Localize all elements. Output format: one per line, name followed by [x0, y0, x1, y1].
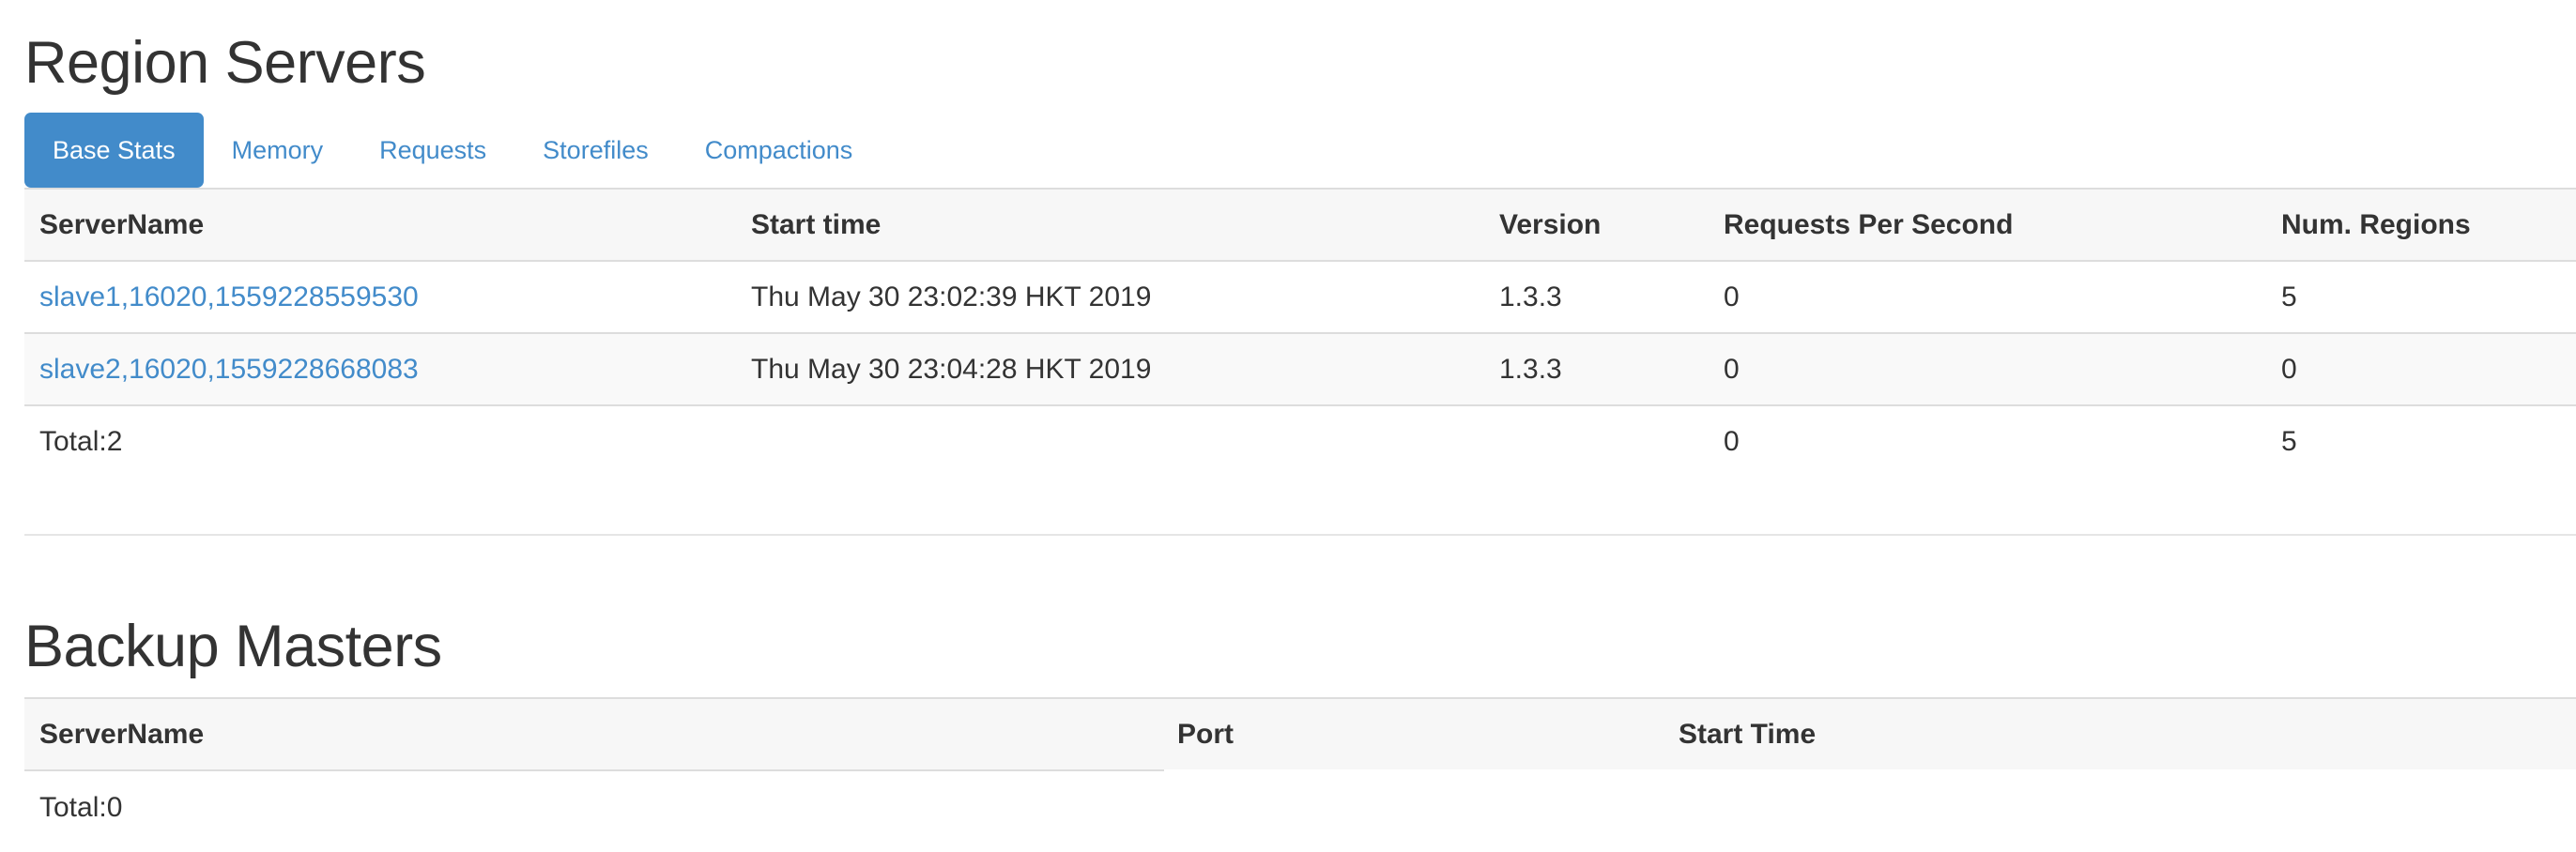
table-total-row: Total:2 0 5 [24, 404, 2576, 477]
column-header-port[interactable]: Port [1177, 699, 1234, 769]
total-requests-per-second: 0 [1724, 426, 1740, 457]
backup-masters-header-underline [24, 769, 1164, 771]
section-divider [24, 534, 2576, 536]
total-label: Total:2 [39, 426, 123, 457]
start-time-cell: Thu May 30 23:04:28 HKT 2019 [751, 354, 1152, 385]
region-servers-title: Region Servers [24, 30, 426, 96]
table-row: slave2,16020,1559228668083 Thu May 30 23… [24, 332, 2576, 404]
tab-storefiles[interactable]: Storefiles [514, 113, 677, 188]
total-num-regions: 5 [2281, 426, 2297, 457]
start-time-cell: Thu May 30 23:02:39 HKT 2019 [751, 281, 1152, 312]
column-header-servername[interactable]: ServerName [39, 699, 204, 769]
requests-per-second-cell: 0 [1724, 354, 1740, 385]
region-servers-tabs: Base Stats Memory Requests Storefiles Co… [24, 113, 881, 188]
version-cell: 1.3.3 [1499, 281, 1562, 312]
tab-requests[interactable]: Requests [351, 113, 514, 188]
column-header-version[interactable]: Version [1499, 190, 1601, 260]
region-servers-table: ServerName Start time Version Requests P… [24, 188, 2576, 477]
server-name-link[interactable]: slave1,16020,1559228559530 [39, 262, 419, 332]
backup-masters-header-row: ServerName Port Start Time [24, 697, 2576, 769]
column-header-start-time[interactable]: Start Time [1679, 699, 1816, 769]
version-cell: 1.3.3 [1499, 354, 1562, 385]
backup-masters-total: Total:0 [39, 792, 123, 823]
column-header-num-regions[interactable]: Num. Regions [2281, 190, 2471, 260]
num-regions-cell: 5 [2281, 281, 2297, 312]
requests-per-second-cell: 0 [1724, 281, 1740, 312]
table-header-row: ServerName Start time Version Requests P… [24, 188, 2576, 260]
tab-base-stats[interactable]: Base Stats [24, 113, 204, 188]
column-header-servername[interactable]: ServerName [39, 190, 204, 260]
server-name-link[interactable]: slave2,16020,1559228668083 [39, 334, 419, 404]
backup-masters-title: Backup Masters [24, 614, 442, 679]
tab-memory[interactable]: Memory [204, 113, 352, 188]
column-header-requests-per-second[interactable]: Requests Per Second [1724, 190, 2013, 260]
column-header-start-time[interactable]: Start time [751, 190, 881, 260]
num-regions-cell: 0 [2281, 354, 2297, 385]
tab-compactions[interactable]: Compactions [677, 113, 882, 188]
table-row: slave1,16020,1559228559530 Thu May 30 23… [24, 260, 2576, 332]
